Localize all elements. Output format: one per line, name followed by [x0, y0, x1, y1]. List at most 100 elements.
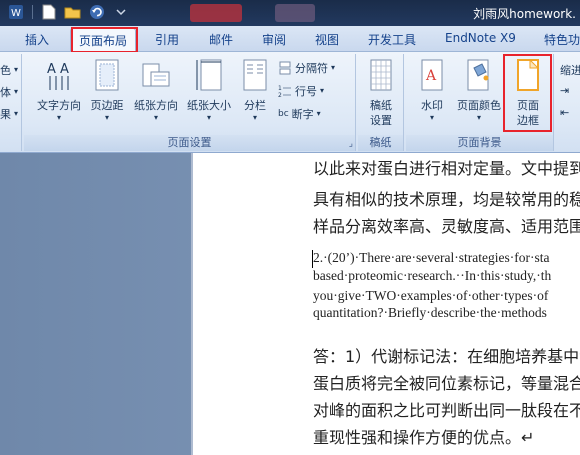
columns-icon — [243, 59, 267, 91]
indent-left-icon[interactable]: ⇥ — [560, 84, 569, 97]
theme-colors-item[interactable]: 色 ▾ — [0, 62, 18, 78]
theme-effects-item[interactable]: 果 ▾ — [0, 106, 18, 122]
manuscript-grid-icon — [370, 59, 392, 91]
line-numbers-button[interactable]: 12 行号 ▾ — [278, 83, 324, 99]
manuscript-settings-label-line1: 稿纸 — [370, 99, 392, 112]
page-size-label: 纸张大小 — [187, 99, 231, 112]
document-page[interactable]: 以此来对蛋白进行相对定量。文中提到 具有相似的技术原理，均是较常用的稳 样品分离… — [193, 153, 580, 455]
quick-access-toolbar: W — [6, 3, 131, 21]
watermark-label: 水印 — [421, 99, 443, 112]
orientation-label: 纸张方向 — [134, 99, 178, 112]
breaks-icon — [279, 61, 291, 75]
indent-item[interactable]: 缩进 — [560, 62, 580, 78]
taskbar-thumbnail — [275, 4, 315, 22]
columns-button[interactable]: 分栏 ▾ — [238, 58, 272, 123]
margins-label: 页边距 — [90, 99, 124, 112]
document-line: 具有相似的技术原理，均是较常用的稳 — [313, 190, 580, 209]
group-paragraph-partial: 缩进 ⇥ ⇤ — [556, 54, 580, 151]
chevron-down-icon: ▾ — [316, 109, 321, 118]
customize-toolbar-icon[interactable] — [111, 3, 131, 21]
chevron-down-icon: ▾ — [14, 87, 19, 96]
svg-text:1: 1 — [278, 85, 282, 92]
page-color-icon — [467, 59, 489, 91]
document-line: 蛋白质将完全被同位素标记，等量混合 — [313, 374, 580, 393]
group-page-setup: AA 文字方向 ▾ 页边距 ▾ 纸张方向 ▾ 纸张大小 ▾ 分栏 ▾ 分隔符▾ — [24, 54, 356, 151]
columns-label: 分栏 — [244, 99, 266, 112]
page-color-button[interactable]: 页面颜色 ▾ — [454, 58, 504, 123]
hyphenation-icon: bc — [278, 109, 289, 119]
document-line: 对峰的面积之比可判断出同一肽段在不 — [313, 401, 580, 420]
chevron-down-icon: ▾ — [104, 113, 109, 122]
theme-fonts-label: 体 — [0, 86, 11, 99]
document-line: 2.·(20’)·There·are·several·strategies·fo… — [313, 250, 550, 265]
tab-special-features[interactable]: 特色功 — [544, 31, 580, 48]
document-line: you·give·TWO·examples·of·other·types·of — [313, 288, 549, 303]
tab-insert[interactable]: 插入 — [25, 31, 49, 48]
watermark-button[interactable]: A 水印 ▾ — [414, 58, 450, 123]
group-themes-partial: 色 ▾ 体 ▾ 果 ▾ — [0, 54, 22, 151]
new-document-icon[interactable] — [39, 3, 59, 21]
chevron-down-icon: ▾ — [429, 113, 434, 122]
document-line: 样品分离效率高、灵敏度高、适用范围 — [313, 217, 580, 236]
toolbar-separator — [32, 5, 33, 19]
chevron-down-icon: ▾ — [320, 86, 325, 95]
taskbar-thumbnail — [190, 4, 242, 22]
margins-icon — [95, 59, 119, 91]
svg-text:A: A — [425, 68, 437, 84]
watermark-icon: A — [421, 59, 443, 91]
orientation-button[interactable]: 纸张方向 ▾ — [130, 58, 182, 123]
hyphenation-label: 断字 — [291, 108, 314, 121]
svg-text:A: A — [60, 62, 69, 77]
manuscript-settings-button[interactable]: 稿纸 设置 — [364, 58, 398, 128]
indent-label: 缩进 — [560, 64, 580, 77]
theme-fonts-item[interactable]: 体 ▾ — [0, 84, 18, 100]
orientation-icon — [142, 63, 170, 87]
chevron-down-icon: ▾ — [14, 109, 19, 118]
title-bar: W 刘雨风homework. — [0, 0, 580, 26]
margins-button[interactable]: 页边距 ▾ — [86, 58, 128, 123]
page-size-icon — [196, 59, 222, 91]
manuscript-settings-label-line2: 设置 — [370, 114, 392, 127]
tab-review[interactable]: 审阅 — [262, 31, 286, 48]
document-line: based·proteomic·research.··In·this·study… — [313, 268, 552, 283]
theme-effects-label: 果 — [0, 108, 11, 121]
chevron-down-icon: ▾ — [252, 113, 257, 122]
highlight-page-borders-button — [503, 54, 552, 132]
tab-developer[interactable]: 开发工具 — [368, 31, 416, 48]
breaks-button[interactable]: 分隔符 ▾ — [278, 60, 335, 76]
tab-mailings[interactable]: 邮件 — [209, 31, 233, 48]
dialog-launcher-icon[interactable]: ⌟ — [349, 139, 353, 149]
chevron-down-icon: ▾ — [56, 113, 61, 122]
tab-endnote[interactable]: EndNote X9 — [445, 31, 516, 45]
group-label-page-background: 页面背景 — [406, 135, 553, 151]
indent-right-icon[interactable]: ⇤ — [560, 106, 569, 119]
chevron-down-icon: ▾ — [153, 113, 158, 122]
document-line: 答：1）代谢标记法：在细胞培养基中添 — [313, 347, 580, 366]
theme-colors-label: 色 — [0, 64, 11, 77]
undo-icon[interactable] — [87, 3, 107, 21]
ribbon: 色 ▾ 体 ▾ 果 ▾ AA 文字方向 ▾ 页边距 ▾ 纸张方向 ▾ 纸张大小 ▾ 分… — [0, 52, 580, 153]
line-numbers-label: 行号 — [295, 85, 317, 98]
svg-text:W: W — [11, 8, 21, 19]
text-direction-button[interactable]: AA 文字方向 ▾ — [34, 58, 84, 123]
highlight-page-layout-tab — [71, 27, 138, 53]
chevron-down-icon: ▾ — [206, 113, 211, 122]
hyphenation-button[interactable]: bc 断字 ▾ — [278, 106, 321, 122]
line-numbers-icon: 12 — [278, 85, 291, 98]
group-manuscript: 稿纸 设置 稿纸 — [358, 54, 404, 151]
page-color-label: 页面颜色 — [457, 99, 501, 112]
svg-text:A: A — [47, 62, 56, 77]
open-folder-icon[interactable] — [63, 3, 83, 21]
tab-view[interactable]: 视图 — [315, 31, 339, 48]
text-direction-label: 文字方向 — [37, 99, 81, 112]
window-title: 刘雨风homework. — [473, 7, 576, 21]
group-label-page-setup: 页面设置 — [24, 135, 355, 151]
chevron-down-icon: ▾ — [476, 113, 481, 122]
word-app-icon[interactable]: W — [6, 3, 26, 21]
tab-references[interactable]: 引用 — [155, 31, 179, 48]
chevron-down-icon: ▾ — [14, 65, 19, 74]
chevron-down-icon: ▾ — [331, 63, 336, 72]
document-line: 以此来对蛋白进行相对定量。文中提到 — [313, 159, 580, 178]
breaks-label: 分隔符 — [295, 62, 328, 75]
page-size-button[interactable]: 纸张大小 ▾ — [184, 58, 234, 123]
